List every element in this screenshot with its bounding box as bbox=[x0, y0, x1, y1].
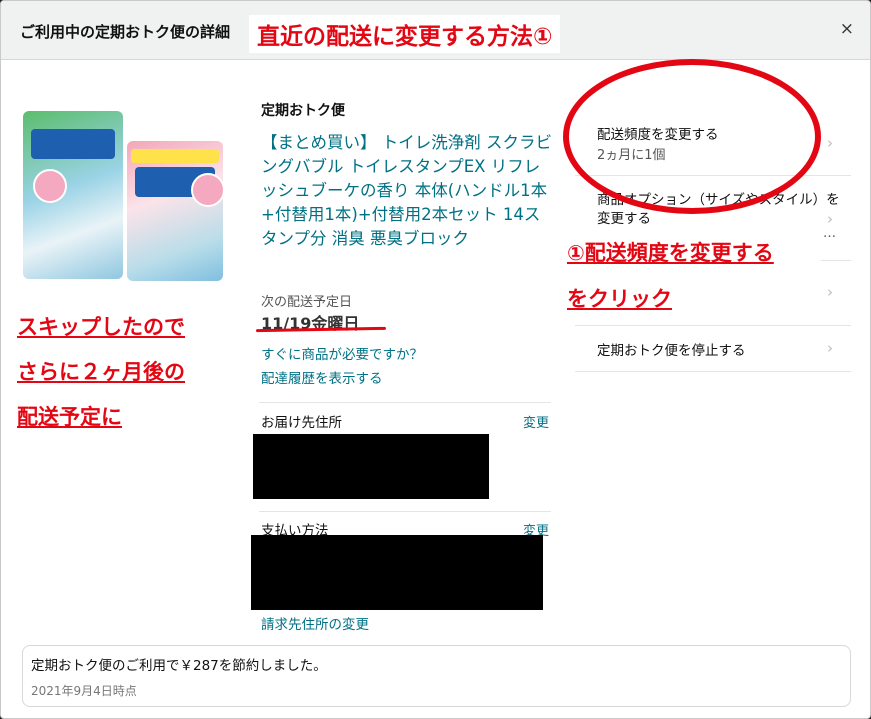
deodorant-badge-icon bbox=[191, 173, 225, 207]
product-image bbox=[23, 109, 225, 281]
billing-address-link[interactable]: 請求先住所の変更 bbox=[261, 613, 369, 633]
close-icon[interactable]: × bbox=[840, 19, 854, 39]
delivery-history-link[interactable]: 配達履歴を表示する bbox=[261, 367, 383, 387]
brand-logo bbox=[31, 129, 115, 159]
product-title-link[interactable]: 【まとめ買い】 トイレ洗浄剤 スクラビングバブル トイレスタンプEX リフレッシ… bbox=[261, 131, 553, 251]
annotation-step-line1: ①配送頻度を変更する bbox=[567, 241, 774, 265]
annotation-note-line3: 配送予定に bbox=[17, 405, 122, 429]
annotation-note-line1: スキップしたので bbox=[17, 315, 185, 339]
savings-text: 定期おトク便のご利用で￥287を節約しました。 bbox=[31, 658, 327, 674]
savings-date: 2021年9月4日時点 bbox=[31, 684, 137, 698]
refill-pack-band bbox=[131, 149, 219, 163]
next-delivery-label: 次の配送予定日 bbox=[261, 295, 353, 310]
savings-box: 定期おトク便のご利用で￥287を節約しました。 2021年9月4日時点 bbox=[22, 645, 851, 707]
need-now-link[interactable]: すぐに商品が必要ですか？ bbox=[261, 343, 423, 363]
address-label: お届け先住所 bbox=[261, 415, 342, 431]
modal-title: ご利用中の定期おトク便の詳細 bbox=[20, 23, 231, 41]
annotation-step-line2: をクリック bbox=[567, 287, 672, 311]
subscription-detail-modal: ご利用中の定期おトク便の詳細 × 直近の配送に変更する方法① スキップしたので … bbox=[0, 0, 871, 719]
chevron-right-icon: › bbox=[827, 283, 833, 301]
chevron-right-icon: › bbox=[827, 134, 833, 152]
section-title: 定期おトク便 bbox=[261, 103, 345, 119]
annotation-note-line2: さらに２ヶ月後の bbox=[17, 360, 185, 384]
annotation-banner: 直近の配送に変更する方法① bbox=[249, 15, 561, 53]
chevron-right-icon: › bbox=[827, 210, 833, 228]
divider bbox=[259, 511, 551, 512]
option-label: 定期おトク便を停止する bbox=[597, 343, 746, 359]
option-stop-subscription[interactable]: 定期おトク便を停止する › bbox=[575, 326, 851, 372]
divider bbox=[259, 402, 551, 403]
option-sub: … bbox=[823, 226, 836, 241]
deodorant-badge-icon bbox=[33, 169, 67, 203]
redacted-address bbox=[253, 434, 489, 499]
address-change-link[interactable]: 変更 bbox=[523, 412, 549, 431]
annotation-circle bbox=[563, 59, 821, 214]
chevron-right-icon: › bbox=[827, 339, 833, 357]
redacted-payment bbox=[251, 535, 543, 610]
option-label-line2: 変更する bbox=[597, 211, 651, 227]
